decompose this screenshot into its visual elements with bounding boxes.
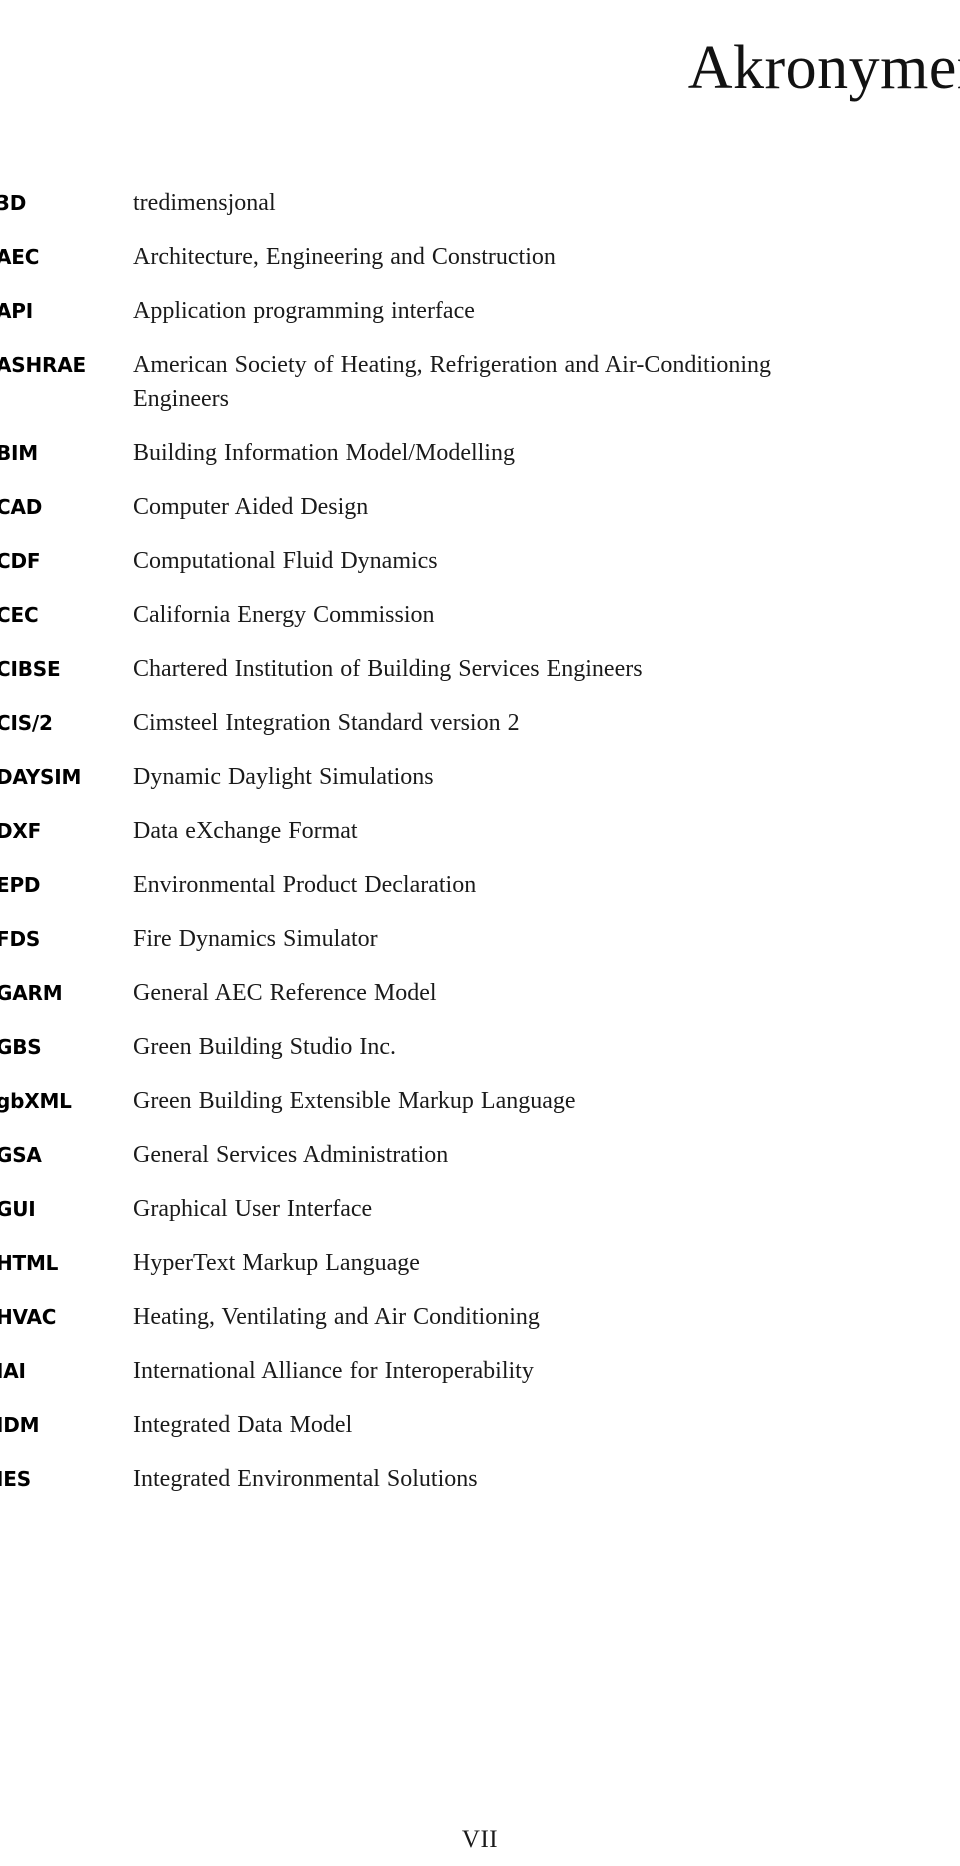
acronym-definition: California Energy Commission xyxy=(133,602,435,628)
acronym-row: AEC Architecture, Engineering and Constru… xyxy=(0,240,960,274)
acronym-row: API Application programming interface xyxy=(0,294,960,328)
acronym-definition: General AEC Reference Model xyxy=(133,980,437,1006)
acronym-term: IAI xyxy=(0,1359,26,1383)
acronym-row: 3D tredimensjonal xyxy=(0,186,960,220)
acronym-definition: Computer Aided Design xyxy=(133,494,369,520)
acronym-definition: Graphical User Interface xyxy=(133,1196,373,1222)
acronym-term: GSA xyxy=(0,1143,42,1167)
acronym-definition: Building Information Model/Modelling xyxy=(133,440,515,466)
acronym-definition: International Alliance for Interoperabil… xyxy=(133,1358,534,1384)
acronym-term: EPD xyxy=(0,873,41,897)
acronym-term: IES xyxy=(0,1467,31,1491)
acronym-row: GARM General AEC Reference Model xyxy=(0,976,960,1010)
acronym-row: HVAC Heating, Ventilating and Air Conditi… xyxy=(0,1300,960,1334)
acronym-definition: Architecture, Engineering and Constructi… xyxy=(133,244,556,270)
acronym-row: ASHRAE American Society of Heating, Refri… xyxy=(0,348,960,416)
acronym-definition: Cimsteel Integration Standard version 2 xyxy=(133,710,520,736)
acronym-definition: tredimensjonal xyxy=(133,190,276,216)
acronym-term: CIS/2 xyxy=(0,711,53,735)
acronym-row: CAD Computer Aided Design xyxy=(0,490,960,524)
acronym-row: CEC California Energy Commission xyxy=(0,598,960,632)
acronym-definition: Dynamic Daylight Simulations xyxy=(133,764,434,790)
acronym-row: HTML HyperText Markup Language xyxy=(0,1246,960,1280)
acronym-definition: Computational Fluid Dynamics xyxy=(133,548,438,574)
acronym-definition: General Services Administration xyxy=(133,1142,449,1168)
acronym-row: gbXML Green Building Extensible Markup La… xyxy=(0,1084,960,1118)
acronym-definition: American Society of Heating, Refrigerati… xyxy=(133,352,772,412)
acronym-row: GBS Green Building Studio Inc. xyxy=(0,1030,960,1064)
acronym-term: AEC xyxy=(0,245,40,269)
acronym-term: CIBSE xyxy=(0,657,61,681)
acronym-term: GARM xyxy=(0,981,63,1005)
acronym-row: CDF Computational Fluid Dynamics xyxy=(0,544,960,578)
acronym-row: CIS/2 Cimsteel Integration Standard versi… xyxy=(0,706,960,740)
acronym-definition: Environmental Product Declaration xyxy=(133,872,477,898)
acronym-definition: Application programming interface xyxy=(133,298,475,324)
acronym-term: IDM xyxy=(0,1413,40,1437)
page-number: VII xyxy=(461,1826,499,1853)
acronym-term: CAD xyxy=(0,495,43,519)
acronym-row: CIBSE Chartered Institution of Building S… xyxy=(0,652,960,686)
acronym-term: CDF xyxy=(0,549,41,573)
acronym-term: GUI xyxy=(0,1197,36,1221)
acronym-term: ASHRAE xyxy=(0,353,86,377)
acronym-definition: Heating, Ventilating and Air Conditionin… xyxy=(133,1304,540,1330)
acronym-definition: Green Building Studio Inc. xyxy=(133,1034,396,1060)
acronym-row: GUI Graphical User Interface xyxy=(0,1192,960,1226)
acronym-term: HTML xyxy=(0,1251,59,1275)
acronym-row: FDS Fire Dynamics Simulator xyxy=(0,922,960,956)
acronym-row: IES Integrated Environmental Solutions xyxy=(0,1462,960,1496)
acronym-definition: Fire Dynamics Simulator xyxy=(133,926,378,952)
acronym-row: BIM Building Information Model/Modelling xyxy=(0,436,960,470)
acronym-definition: Integrated Data Model xyxy=(133,1412,353,1438)
acronym-row: IAI International Alliance for Interopera… xyxy=(0,1354,960,1388)
acronym-list: 3D tredimensjonal AEC Architecture, Enginee… xyxy=(0,186,960,1516)
acronym-definition: Green Building Extensible Markup Languag… xyxy=(133,1088,576,1114)
acronym-row: IDM Integrated Data Model xyxy=(0,1408,960,1442)
acronym-term: API xyxy=(0,299,33,323)
acronym-term: BIM xyxy=(0,441,38,465)
acronym-term: DXF xyxy=(0,819,42,843)
acronym-term: HVAC xyxy=(0,1305,57,1329)
acronym-term: 3D xyxy=(0,191,27,215)
acronym-term: gbXML xyxy=(0,1089,72,1113)
acronym-term: CEC xyxy=(0,603,39,627)
acronym-definition: Chartered Institution of Building Servic… xyxy=(133,656,643,682)
acronym-definition: Integrated Environmental Solutions xyxy=(133,1466,478,1492)
acronym-row: DAYSIM Dynamic Daylight Simulations xyxy=(0,760,960,794)
acronym-definition: Data eXchange Format xyxy=(133,818,358,844)
acronym-row: EPD Environmental Product Declaration xyxy=(0,868,960,902)
acronym-definition: HyperText Markup Language xyxy=(133,1250,420,1276)
acronym-term: DAYSIM xyxy=(0,765,82,789)
acronym-term: FDS xyxy=(0,927,41,951)
acronym-row: DXF Data eXchange Format xyxy=(0,814,960,848)
acronym-term: GBS xyxy=(0,1035,42,1059)
page-title: Akronymer xyxy=(687,33,960,102)
acronym-row: GSA General Services Administration xyxy=(0,1138,960,1172)
